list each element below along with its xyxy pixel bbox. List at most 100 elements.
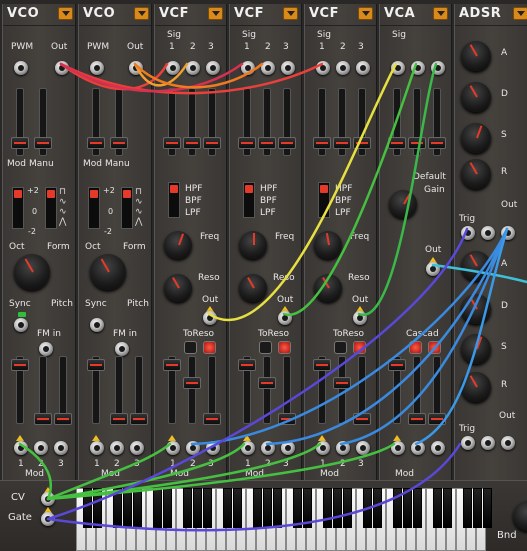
pitch-knob[interactable]: [90, 254, 126, 290]
sig-1-jack[interactable]: [316, 61, 330, 75]
attack-knob-2[interactable]: [461, 251, 491, 281]
out-jack-2[interactable]: [501, 226, 515, 240]
sig-3-slider[interactable]: [278, 88, 296, 156]
out-jack[interactable]: [55, 61, 69, 75]
mod-2-jack[interactable]: [186, 441, 200, 455]
black-key[interactable]: [203, 488, 212, 528]
toreso-button-2[interactable]: [203, 341, 216, 354]
out-jack[interactable]: [278, 311, 292, 325]
release-knob-2[interactable]: [461, 372, 491, 402]
sig-2-slider[interactable]: [183, 88, 201, 156]
fm-slider-2[interactable]: [110, 356, 128, 425]
octave-switch[interactable]: [88, 187, 100, 229]
out-jack[interactable]: [203, 311, 217, 325]
freq-knob[interactable]: [164, 231, 192, 259]
mod-3-jack[interactable]: [130, 441, 144, 455]
pwm-jack[interactable]: [90, 61, 104, 75]
gain-knob[interactable]: [389, 190, 417, 218]
out-jack-1[interactable]: [481, 226, 495, 240]
sig-1-slider[interactable]: [238, 88, 256, 156]
black-key[interactable]: [153, 488, 162, 528]
mod-slider-3[interactable]: [353, 356, 371, 425]
gate-jack[interactable]: [41, 512, 55, 526]
sig-3-jack[interactable]: [281, 61, 295, 75]
black-key[interactable]: [263, 488, 272, 528]
module-menu-button[interactable]: [358, 7, 373, 20]
black-key[interactable]: [433, 488, 442, 528]
cascad-button-2[interactable]: [428, 341, 441, 354]
freq-knob[interactable]: [314, 231, 342, 259]
reso-knob[interactable]: [314, 274, 342, 302]
waveform-switch[interactable]: [45, 187, 57, 229]
mod-1-jack[interactable]: [241, 441, 255, 455]
mod-2-jack[interactable]: [336, 441, 350, 455]
mod-3-jack[interactable]: [281, 441, 295, 455]
module-menu-button[interactable]: [208, 7, 223, 20]
black-key[interactable]: [373, 488, 382, 528]
module-menu-button[interactable]: [58, 7, 73, 20]
black-key[interactable]: [183, 488, 192, 528]
black-key[interactable]: [443, 488, 452, 528]
octave-switch[interactable]: [12, 187, 24, 229]
toreso-button-2[interactable]: [353, 341, 366, 354]
black-key[interactable]: [193, 488, 202, 528]
mod-slider[interactable]: [87, 88, 105, 156]
sig-3-jack[interactable]: [356, 61, 370, 75]
mod-slider[interactable]: [11, 88, 29, 156]
fm-slider-1[interactable]: [87, 356, 105, 424]
module-menu-button[interactable]: [433, 7, 448, 20]
mod-2-jack[interactable]: [34, 441, 48, 455]
sig-2-slider[interactable]: [258, 88, 276, 156]
out-jack-4[interactable]: [501, 436, 515, 450]
black-key[interactable]: [113, 488, 122, 528]
filter-mode-switch[interactable]: [318, 182, 330, 218]
mod-slider-2[interactable]: [258, 356, 276, 424]
mod-slider-1[interactable]: [163, 356, 181, 424]
mod-1-jack[interactable]: [14, 441, 28, 455]
black-key[interactable]: [273, 488, 282, 528]
sig-1-jack[interactable]: [391, 61, 405, 75]
black-key[interactable]: [93, 488, 102, 528]
decay-knob-2[interactable]: [461, 294, 491, 324]
sig-1-jack[interactable]: [166, 61, 180, 75]
module-menu-button[interactable]: [513, 7, 527, 20]
toreso-button-1[interactable]: [259, 341, 272, 354]
fm-in-jack[interactable]: [115, 342, 129, 356]
black-key[interactable]: [323, 488, 332, 528]
mod-3-jack[interactable]: [206, 441, 220, 455]
module-menu-button[interactable]: [283, 7, 298, 20]
black-key[interactable]: [303, 488, 312, 528]
fm-slider-2[interactable]: [34, 356, 52, 425]
mod-slider-1[interactable]: [313, 356, 331, 424]
mod-3-jack[interactable]: [431, 441, 445, 455]
black-key[interactable]: [223, 488, 232, 528]
sync-jack[interactable]: [14, 318, 28, 332]
black-key[interactable]: [393, 488, 402, 528]
sig-3-slider[interactable]: [203, 88, 221, 156]
black-key[interactable]: [293, 488, 302, 528]
sig-2-slider[interactable]: [333, 88, 351, 156]
mod-1-jack[interactable]: [391, 441, 405, 455]
black-key[interactable]: [483, 488, 492, 528]
black-key[interactable]: [473, 488, 482, 528]
module-menu-button[interactable]: [134, 7, 149, 20]
sig-3-slider[interactable]: [428, 88, 446, 156]
mod-slider-2[interactable]: [408, 356, 426, 425]
freq-knob[interactable]: [239, 231, 267, 259]
sig-3-jack[interactable]: [206, 61, 220, 75]
fm-in-jack[interactable]: [39, 342, 53, 356]
cv-jack[interactable]: [41, 492, 55, 506]
fm-slider-3[interactable]: [54, 356, 72, 425]
sig-1-slider[interactable]: [313, 88, 331, 156]
toreso-button-2[interactable]: [278, 341, 291, 354]
filter-mode-switch[interactable]: [243, 182, 255, 218]
black-key[interactable]: [133, 488, 142, 528]
mod-2-jack[interactable]: [110, 441, 124, 455]
manu-slider[interactable]: [34, 88, 52, 156]
release-knob[interactable]: [461, 159, 491, 189]
black-key[interactable]: [463, 488, 472, 528]
mod-3-jack[interactable]: [54, 441, 68, 455]
black-key[interactable]: [403, 488, 412, 528]
black-key[interactable]: [413, 488, 422, 528]
sig-2-jack[interactable]: [336, 61, 350, 75]
